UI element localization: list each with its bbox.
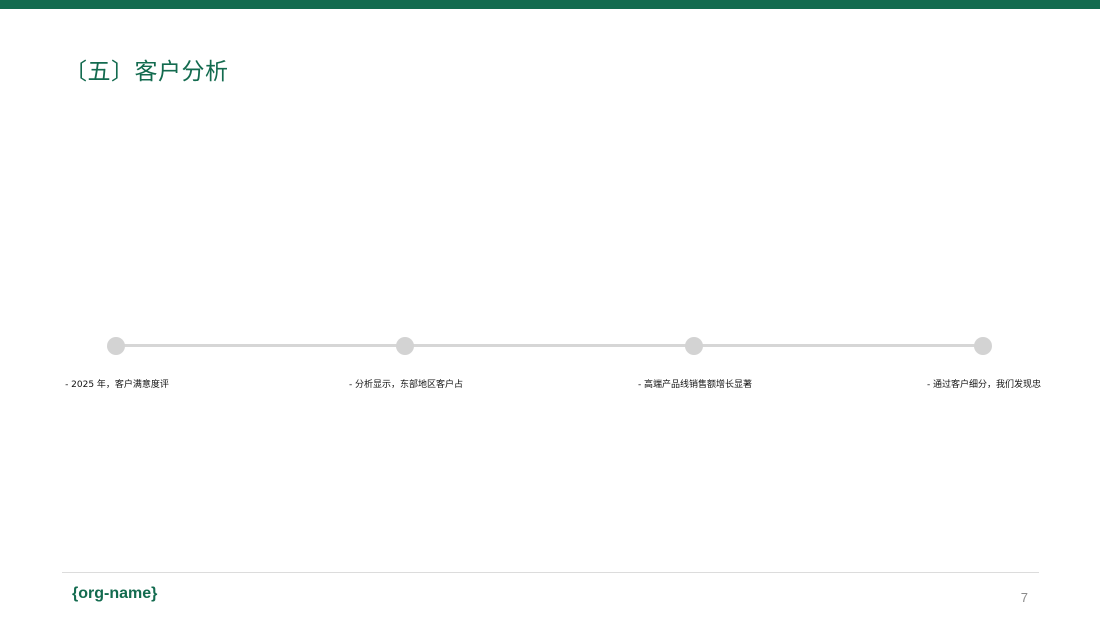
timeline-point-text: - 2025 年，客户满意度评 [65, 380, 169, 390]
timeline-node-3 [685, 337, 703, 355]
timeline-line [116, 344, 983, 347]
timeline-node-2 [396, 337, 414, 355]
timeline-node-1 [107, 337, 125, 355]
timeline: - 2025 年，客户满意度评 - 分析显示，东部地区客户占 - 高端产品线销售… [0, 0, 1100, 619]
footer-divider [62, 572, 1039, 573]
timeline-point-text: - 通过客户细分，我们发现忠 [926, 380, 1042, 390]
timeline-node-4 [974, 337, 992, 355]
page-number: 7 [1020, 590, 1028, 605]
org-name: {org-name} [72, 585, 158, 602]
timeline-point-text: - 分析显示，东部地区客户占 [348, 380, 464, 390]
timeline-point-text: - 高端产品线销售额增长显著 [637, 380, 753, 390]
